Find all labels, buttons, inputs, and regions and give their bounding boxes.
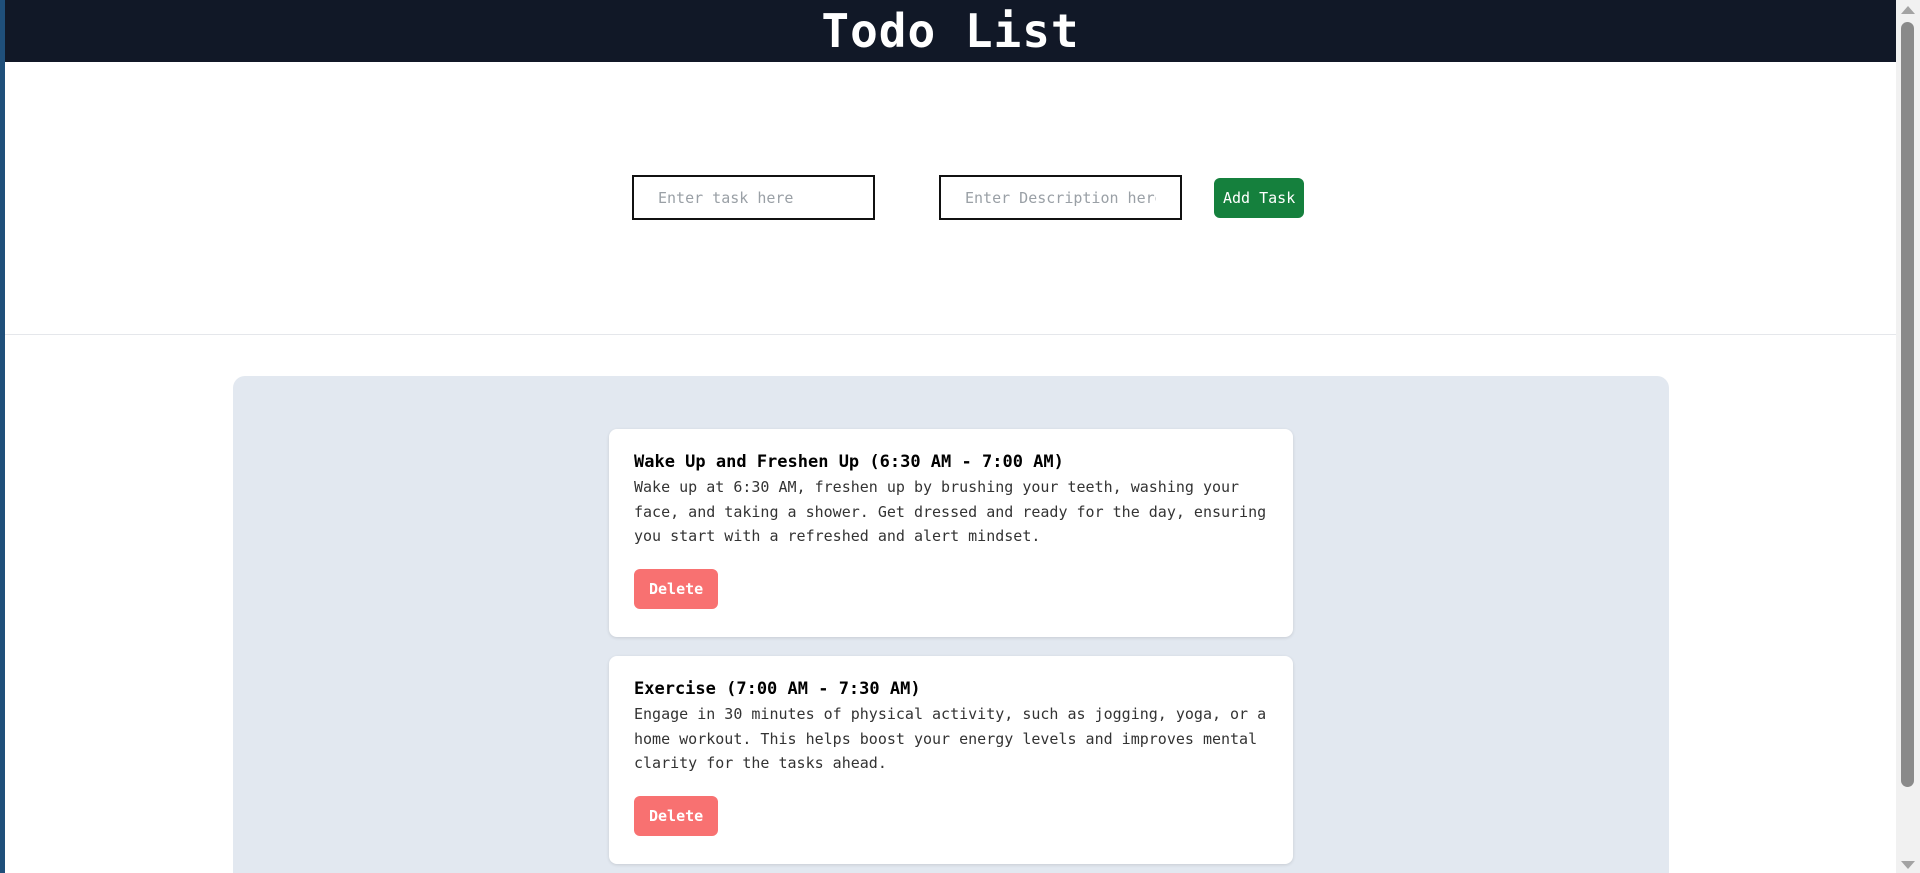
task-title: Exercise (7:00 AM - 7:30 AM) bbox=[634, 679, 921, 699]
task-card: Exercise (7:00 AM - 7:30 AM) Engage in 3… bbox=[609, 656, 1293, 864]
scroll-down-arrow-icon[interactable] bbox=[1901, 861, 1915, 869]
delete-task-button[interactable]: Delete bbox=[634, 795, 719, 836]
add-task-form: Add Task bbox=[632, 175, 1305, 220]
browser-frame: Todo List Add Task Wake Up and Freshen U… bbox=[0, 0, 1920, 873]
scrollbar-thumb[interactable] bbox=[1901, 22, 1914, 787]
task-card: Wake Up and Freshen Up (6:30 AM - 7:00 A… bbox=[609, 429, 1293, 637]
scroll-up-arrow-icon[interactable] bbox=[1901, 6, 1915, 14]
delete-task-button[interactable]: Delete bbox=[634, 568, 719, 609]
task-description: Wake up at 6:30 AM, freshen up by brushi… bbox=[634, 478, 1267, 545]
vertical-scrollbar[interactable] bbox=[1896, 0, 1920, 873]
page-title: Todo List bbox=[821, 4, 1080, 58]
description-input[interactable] bbox=[939, 175, 1182, 220]
section-divider bbox=[5, 334, 1896, 335]
task-title: Wake Up and Freshen Up (6:30 AM - 7:00 A… bbox=[634, 452, 1064, 472]
add-task-button[interactable]: Add Task bbox=[1214, 177, 1305, 218]
task-description: Engage in 30 minutes of physical activit… bbox=[634, 705, 1267, 772]
task-input[interactable] bbox=[632, 175, 875, 220]
task-board: Wake Up and Freshen Up (6:30 AM - 7:00 A… bbox=[233, 376, 1669, 873]
page-viewport: Todo List Add Task Wake Up and Freshen U… bbox=[5, 0, 1896, 873]
app-header: Todo List bbox=[5, 0, 1896, 62]
